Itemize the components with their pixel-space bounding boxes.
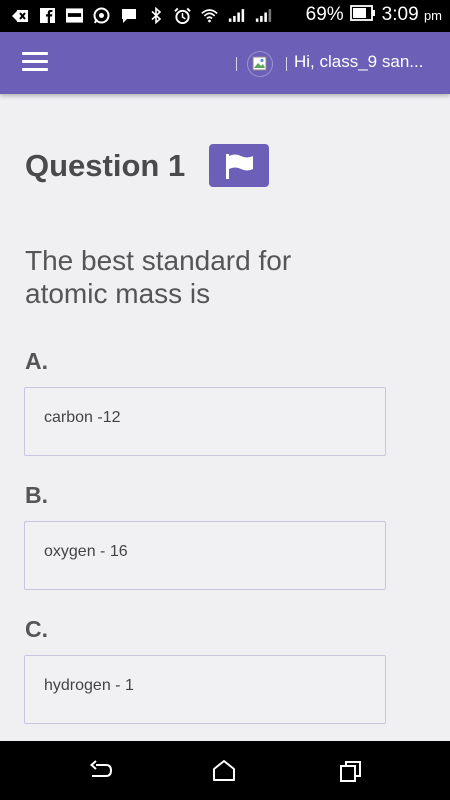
message-icon <box>120 7 137 24</box>
bluetooth-icon <box>147 7 164 24</box>
option-a[interactable]: carbon -12 <box>24 387 386 456</box>
broken-image-icon <box>247 51 273 77</box>
question-text: The best standard for atomic mass is <box>25 245 292 309</box>
alarm-icon <box>174 7 191 24</box>
option-b-text: oxygen - 16 <box>44 543 128 560</box>
option-c[interactable]: hydrogen - 1 <box>24 655 386 724</box>
clock: 3:09 pm <box>382 4 442 26</box>
question-title: Question 1 <box>25 148 186 183</box>
back-arrow-icon <box>12 7 29 24</box>
status-left-icons <box>12 7 272 24</box>
clock-ampm: pm <box>423 8 442 23</box>
flag-button[interactable] <box>209 144 269 187</box>
battery-icon <box>349 4 376 26</box>
battery-percent: 69% <box>305 4 344 25</box>
divider <box>286 57 287 71</box>
news-icon <box>66 7 83 24</box>
whatsapp-icon <box>93 7 110 24</box>
clock-time: 3:09 <box>381 4 419 25</box>
option-c-label: C. <box>25 616 48 642</box>
option-b[interactable]: oxygen - 16 <box>24 521 386 590</box>
avatar[interactable] <box>247 51 273 77</box>
back-icon[interactable] <box>88 759 114 783</box>
option-b-label: B. <box>25 482 48 508</box>
option-c-text: hydrogen - 1 <box>44 677 134 694</box>
divider <box>236 57 237 71</box>
navigation-bar <box>0 741 450 800</box>
option-a-text: carbon -12 <box>44 409 121 426</box>
option-a-label: A. <box>25 348 48 374</box>
flag-icon <box>226 153 253 179</box>
status-bar: 69% 3:09 pm <box>0 0 450 32</box>
status-right: 69% 3:09 pm <box>306 4 442 26</box>
recents-icon[interactable] <box>338 759 364 783</box>
wifi-icon <box>201 7 218 24</box>
home-icon[interactable] <box>211 759 237 783</box>
signal-icon <box>255 7 272 24</box>
app-bar: Hi, class_9 san... <box>0 32 450 94</box>
facebook-icon <box>39 7 56 24</box>
signal-icon <box>228 7 245 24</box>
user-greeting[interactable]: Hi, class_9 san... <box>294 52 434 72</box>
hamburger-icon[interactable] <box>22 52 48 74</box>
